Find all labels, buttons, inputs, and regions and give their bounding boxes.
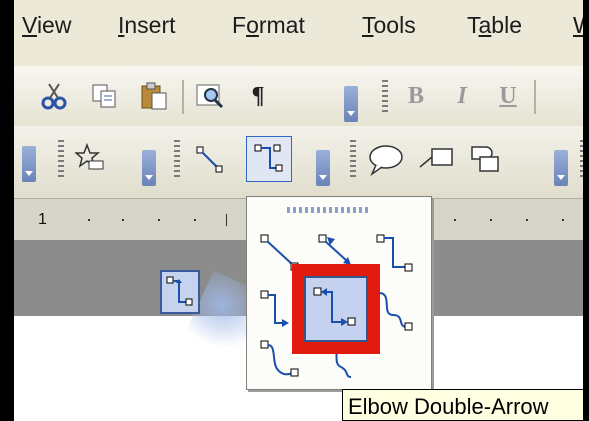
ruler-number: 1 xyxy=(38,211,47,228)
menu-table[interactable]: Table xyxy=(467,12,522,39)
menu-tools-label: Tools xyxy=(362,12,416,38)
straight-connector-button[interactable] xyxy=(190,140,230,180)
standard-toolbar: ¶ B I U xyxy=(14,66,583,126)
toolbar-options-chevron[interactable] xyxy=(554,150,568,186)
bold-label: B xyxy=(407,82,424,109)
line-callout-button[interactable] xyxy=(416,140,456,180)
tooltip: Elbow Double-Arrow xyxy=(342,389,589,421)
elbow-double-arrow-option[interactable] xyxy=(304,276,368,342)
toolbar-grip[interactable] xyxy=(382,80,388,114)
show-formatting-button[interactable]: ¶ xyxy=(238,76,278,116)
tooltip-text: Elbow Double-Arrow xyxy=(348,394,549,419)
menu-view[interactable]: View xyxy=(22,12,71,39)
elbow-double-arrow-icon xyxy=(313,287,356,326)
toolbar-options-chevron[interactable] xyxy=(316,150,330,186)
screenshot-canvas: View Insert Format Tools Table W ¶ B I U xyxy=(0,0,589,421)
dragged-connector-icon xyxy=(160,270,200,314)
menu-tools[interactable]: Tools xyxy=(362,12,416,39)
connector-line-icon xyxy=(196,146,223,173)
toolbar-grip[interactable] xyxy=(350,140,356,180)
underline-button[interactable]: U xyxy=(488,76,528,116)
line-callout-icon xyxy=(419,148,453,168)
copy-button[interactable] xyxy=(84,76,124,116)
menu-table-label: Table xyxy=(467,12,522,38)
screen-border-right xyxy=(583,0,589,421)
copy-icon xyxy=(92,84,116,108)
menu-bar: View Insert Format Tools Table W xyxy=(14,0,589,66)
underline-label: U xyxy=(499,82,517,109)
flowchart-button[interactable] xyxy=(466,140,506,180)
connectors-button[interactable] xyxy=(246,136,292,182)
toolbar-options-chevron[interactable] xyxy=(22,146,36,182)
callout-button[interactable] xyxy=(366,140,406,180)
toolbar-options-chevron[interactable] xyxy=(344,86,358,122)
menu-insert[interactable]: Insert xyxy=(118,12,176,39)
palette-drag-handle[interactable] xyxy=(287,207,369,213)
bold-button[interactable]: B xyxy=(396,76,436,116)
cut-button[interactable] xyxy=(34,76,74,116)
toolbar-grip[interactable] xyxy=(174,140,180,180)
menu-format-label: Format xyxy=(232,12,305,38)
drawing-toolbar xyxy=(14,126,586,198)
screen-border-left xyxy=(0,0,14,421)
star-shapes-icon xyxy=(75,143,104,170)
flowchart-shapes-icon xyxy=(471,146,499,172)
italic-button[interactable]: I xyxy=(442,76,482,116)
toolbar-separator xyxy=(182,80,184,114)
pilcrow-icon: ¶ xyxy=(251,82,265,109)
menu-insert-label: Insert xyxy=(118,12,176,38)
italic-label: I xyxy=(457,82,467,109)
menu-view-label: View xyxy=(22,12,72,38)
clipboard-icon xyxy=(141,82,167,110)
toolbar-grip[interactable] xyxy=(58,140,64,180)
autoshapes-button[interactable] xyxy=(72,140,112,180)
paste-button[interactable] xyxy=(134,76,174,116)
menu-format[interactable]: Format xyxy=(232,12,305,39)
find-button[interactable] xyxy=(190,76,230,116)
toolbar-options-chevron[interactable] xyxy=(142,150,156,186)
toolbar-separator xyxy=(534,80,536,114)
magnifier-icon xyxy=(196,84,224,109)
speech-bubble-icon xyxy=(369,145,403,177)
elbow-connector-icon xyxy=(254,144,283,172)
scissors-icon xyxy=(41,83,67,110)
